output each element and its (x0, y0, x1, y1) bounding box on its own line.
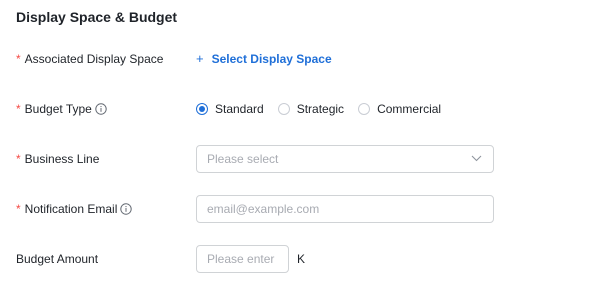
notification-email-label-text: Notification Email (24, 202, 118, 216)
budget-amount-input[interactable]: Please enter (196, 245, 289, 273)
budget-amount-label-text: Budget Amount (16, 252, 99, 266)
required-marker: * (16, 102, 21, 116)
row-business-line: * Business Line Please select (16, 144, 580, 174)
row-display-space: * Associated Display Space + Select Displa… (16, 44, 580, 74)
required-marker: * (16, 202, 21, 216)
radio-label: Standard (215, 102, 264, 116)
radio-label: Commercial (377, 102, 442, 116)
info-circle-icon[interactable] (120, 203, 133, 215)
radio-standard[interactable]: Standard (196, 102, 264, 116)
notification-email-placeholder: email@example.com (207, 202, 320, 216)
budget-amount-unit: K (297, 252, 306, 266)
section-title: Display Space & Budget (16, 9, 178, 25)
budget-amount-placeholder: Please enter (207, 252, 275, 266)
display-space-label: * Associated Display Space (16, 44, 163, 74)
notification-email-input[interactable]: email@example.com (196, 195, 494, 223)
radio-circle-checked[interactable] (196, 103, 208, 115)
select-display-space-label: Select Display Space (211, 52, 332, 66)
chevron-down-icon (471, 155, 482, 162)
budget-amount-label: Budget Amount (16, 244, 98, 274)
row-budget-type: * Budget Type Standard Strategic Commerci… (16, 94, 580, 124)
display-space-budget-form: Display Space & Budget * Associated Displ… (0, 0, 596, 292)
radio-commercial[interactable]: Commercial (358, 102, 441, 116)
display-space-label-text: Associated Display Space (24, 52, 164, 66)
radio-circle[interactable] (277, 103, 290, 115)
business-line-control: Please select (196, 144, 494, 174)
radio-strategic[interactable]: Strategic (277, 102, 345, 116)
required-marker: * (16, 152, 21, 166)
select-display-space-button[interactable]: + Select Display Space (196, 44, 332, 74)
business-line-select[interactable]: Please select (196, 145, 494, 173)
radio-circle[interactable] (358, 103, 371, 115)
required-marker: * (16, 52, 21, 66)
business-line-placeholder: Please select (207, 152, 279, 166)
budget-type-label-text: Budget Type (24, 102, 92, 116)
row-notification-email: * Notification Email email@example.com (16, 194, 580, 224)
row-budget-amount: Budget Amount Please enter K (16, 244, 580, 274)
budget-amount-control: Please enter K (196, 244, 305, 274)
notification-email-label: * Notification Email (16, 194, 133, 224)
budget-type-label: * Budget Type (16, 94, 107, 124)
business-line-label: * Business Line (16, 144, 99, 174)
radio-label: Strategic (296, 102, 345, 116)
display-space-control: + Select Display Space (196, 44, 332, 74)
budget-type-radio-group: Standard Strategic Commercial (196, 94, 455, 124)
business-line-label-text: Business Line (24, 152, 100, 166)
plus-icon: + (196, 51, 204, 66)
notification-email-control: email@example.com (196, 194, 494, 224)
info-circle-icon[interactable] (95, 103, 107, 115)
